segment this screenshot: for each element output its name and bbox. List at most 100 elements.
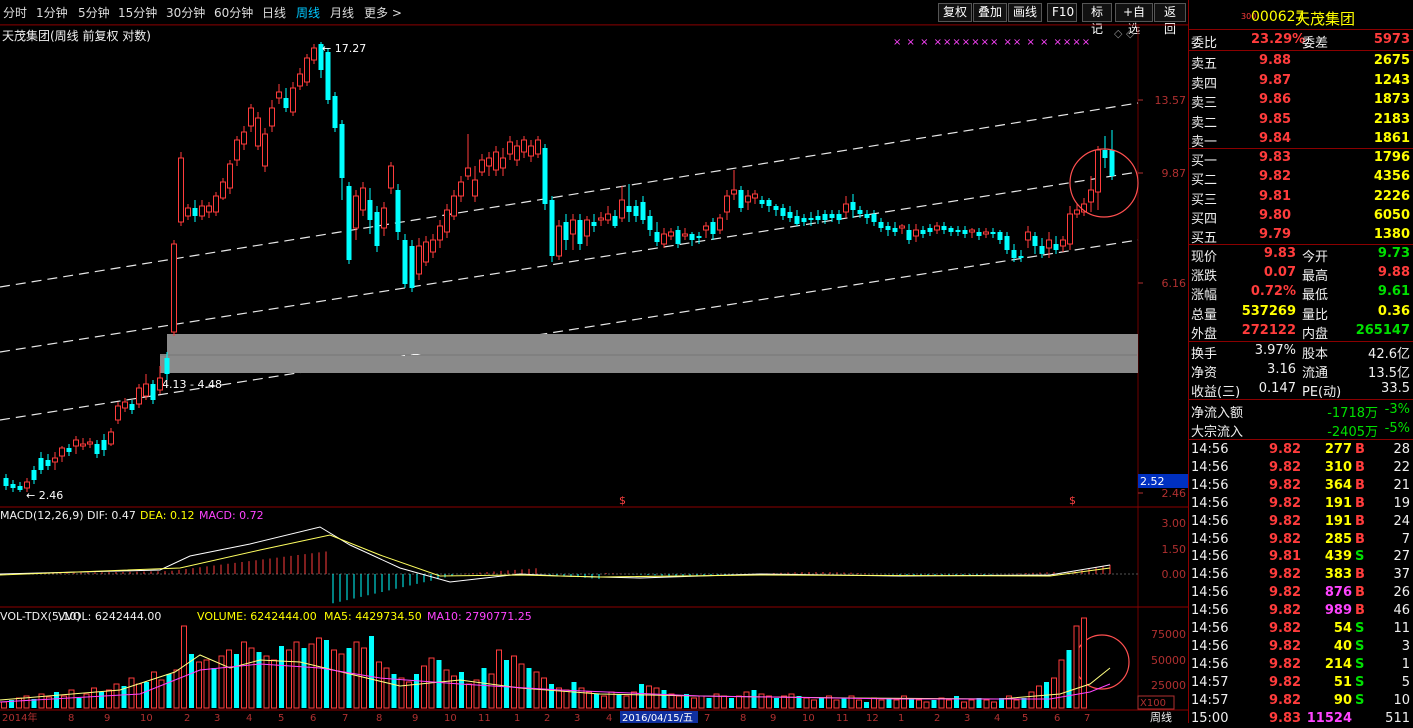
candle-up: [934, 225, 940, 231]
candle-down: [976, 232, 982, 236]
volume-bar-down: [211, 668, 217, 708]
xaxis-label-11: 9: [412, 713, 418, 723]
candle-up: [311, 47, 317, 61]
trade-tick-row: 14:56 9.82 285 B 7: [1191, 531, 1410, 547]
candle-down: [332, 96, 338, 128]
volume-bar-down: [774, 698, 779, 708]
volume-bar-up: [241, 641, 247, 709]
volume-bar-down: [976, 698, 982, 708]
candle-up: [234, 139, 240, 161]
volume-bar-up: [788, 693, 795, 709]
bid-row[interactable]: 买一 9.83 1796: [1189, 149, 1413, 169]
volume-bar-up: [466, 683, 472, 709]
volume-bar-down: [346, 648, 352, 708]
volume-bar-up: [1081, 617, 1087, 709]
ask-row[interactable]: 卖四 9.87 1243: [1189, 72, 1413, 92]
candle-up: [276, 91, 282, 99]
ask-row[interactable]: 卖五 9.88 2675: [1189, 52, 1413, 72]
volume-bar-down: [706, 698, 712, 708]
trade-tick-row: 14:56 9.82 40 S 3: [1191, 638, 1410, 654]
candle-up: [500, 157, 506, 169]
trade-tick-row: 14:56 9.81 439 S 27: [1191, 549, 1410, 565]
volume-bar-up: [1058, 659, 1065, 709]
candle-down: [395, 190, 401, 232]
volume-bar-up: [698, 695, 705, 709]
xaxis-label-20: 7: [704, 713, 710, 723]
volume-bar-down: [931, 700, 937, 708]
candle-up: [80, 443, 86, 447]
candle-down: [794, 216, 800, 224]
bid-row[interactable]: 买五 9.79 1380: [1189, 226, 1413, 246]
xaxis-label-13: 11: [478, 713, 491, 723]
volume-bar-up: [623, 695, 630, 709]
candle-up: [507, 141, 513, 155]
period-tab-label: 周线: [1150, 710, 1172, 723]
xaxis-label-2: 9: [104, 713, 110, 723]
trade-tick-row: 14:57 9.82 51 S 5: [1191, 674, 1410, 690]
trade-tick-row: 14:56 9.82 191 B 24: [1191, 513, 1410, 529]
candle-up: [486, 157, 492, 167]
bid-row[interactable]: 买四 9.80 6050: [1189, 207, 1413, 227]
candle-up: [213, 195, 219, 213]
bid-row[interactable]: 买三 9.81 2226: [1189, 188, 1413, 208]
candle-up: [731, 189, 737, 195]
candle-up: [388, 165, 394, 189]
kline-chart[interactable]: 13.57 9.87 6.16 2.462.52 ◇ ◇ × × × ××××××× ×× …: [0, 0, 1188, 723]
volume-bar-up: [473, 679, 480, 709]
high-price-label: ← 17.27: [322, 42, 366, 55]
candle-down: [1102, 150, 1108, 158]
candle-up: [465, 167, 471, 177]
candle-up: [227, 163, 233, 189]
candle-down: [990, 232, 996, 234]
candle-up: [1060, 239, 1066, 247]
ask-row[interactable]: 卖一 9.84 1861: [1189, 130, 1413, 150]
candle-down: [906, 230, 912, 240]
volume-bar-up: [811, 699, 817, 709]
volume-bar-up: [563, 689, 570, 709]
candle-down: [640, 202, 646, 220]
candle-down: [542, 148, 548, 204]
volume-bar-up: [646, 685, 652, 709]
ask-row[interactable]: 卖二 9.85 2183: [1189, 111, 1413, 131]
candle-down: [955, 230, 961, 232]
candle-down: [773, 206, 779, 210]
candle-down: [66, 448, 72, 452]
candle-down: [857, 210, 863, 214]
candle-down: [927, 228, 933, 232]
quote-panel: 300 000627 天茂集团 委比 23.29% 委差 5973 卖五 9.88 …: [1188, 0, 1413, 726]
candle-up: [521, 139, 527, 153]
event-markers: × × × ××××××× ×× × × ××××: [893, 37, 1091, 48]
volume-vvol: VVOL: 6242444.00: [58, 610, 161, 623]
flow-row: 大宗流入 -2405万 -5%: [1191, 421, 1410, 440]
volume-bar-up: [83, 693, 90, 709]
chart-title: 天茂集团(周线 前复权 对数): [2, 29, 151, 43]
volume-bar-up: [1051, 677, 1057, 709]
xaxis-label-5: 3: [214, 713, 220, 723]
candle-down: [1018, 256, 1024, 258]
stat-row: 涨跌 0.07 最高 9.88: [1191, 265, 1410, 285]
macd-tick-0: 3.00: [1162, 517, 1187, 530]
xaxis-label-12: 10: [444, 713, 457, 723]
candle-up: [255, 117, 261, 147]
trend-channel-lower: [0, 239, 1139, 421]
candle-up: [514, 145, 520, 161]
macd-tick-1: 1.50: [1162, 543, 1187, 556]
xaxis-label-3: 10: [140, 713, 153, 723]
candle-down: [409, 246, 415, 288]
low-price-label: ← 2.46: [26, 489, 63, 502]
volume-bar-down: [729, 698, 734, 708]
volume-bar-up: [541, 677, 547, 709]
bid-row[interactable]: 买二 9.82 4356: [1189, 168, 1413, 188]
volume-bar-down: [909, 698, 914, 708]
volume-bar-up: [518, 663, 525, 709]
trend-channel-middle: [0, 171, 1139, 353]
candle-up: [913, 229, 919, 237]
candle-up: [570, 219, 576, 235]
candle-up: [171, 243, 177, 333]
fundamental-row: 收益(三) 0.147 PE(动) 33.5: [1191, 381, 1410, 400]
candle-up: [297, 73, 303, 87]
volume-bar-down: [234, 654, 239, 708]
volume-bar-up: [263, 655, 270, 709]
volume-bar-up: [1028, 691, 1035, 709]
ask-row[interactable]: 卖三 9.86 1873: [1189, 91, 1413, 111]
